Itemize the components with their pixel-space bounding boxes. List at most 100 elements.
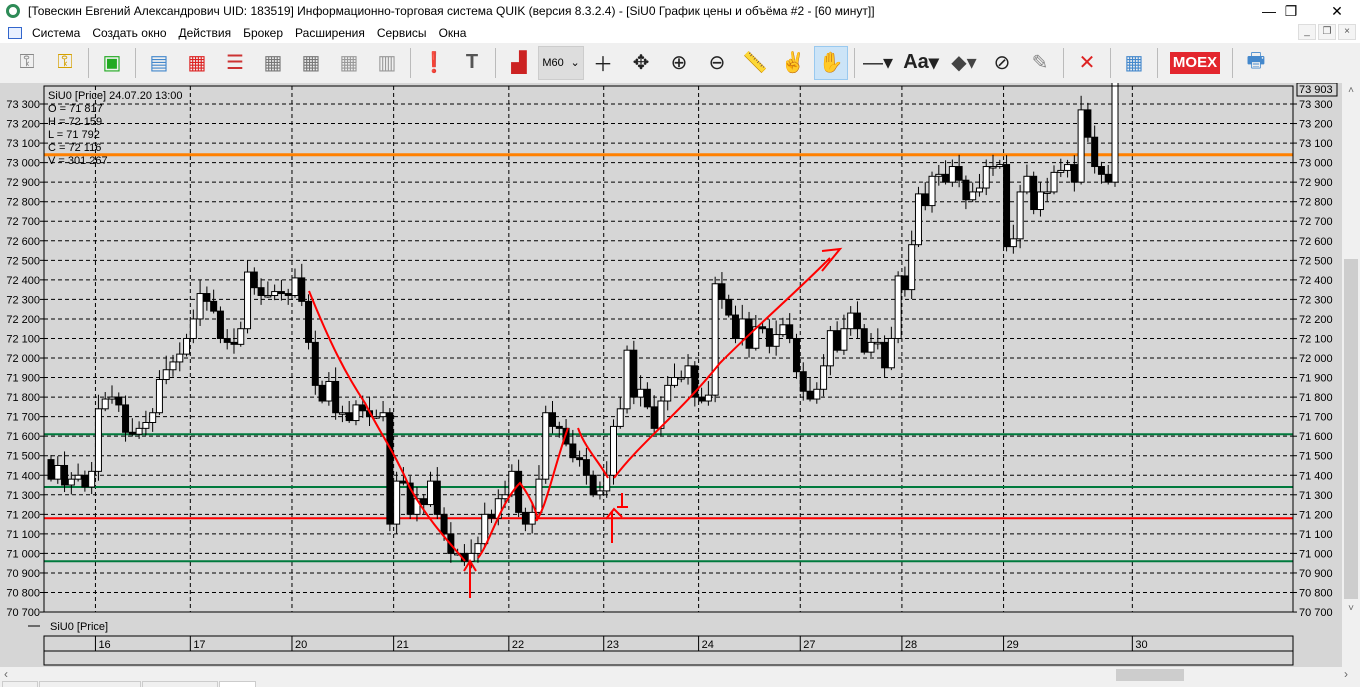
font-button[interactable]: Aa ▾ bbox=[899, 46, 943, 80]
chart-window-icon[interactable] bbox=[8, 26, 22, 39]
maximize-button[interactable]: ❐ bbox=[1268, 0, 1314, 22]
candle-body-up bbox=[467, 552, 475, 562]
quik-logo-icon bbox=[6, 4, 20, 18]
y-tick-label-left: 71 600 bbox=[6, 431, 40, 443]
candle bbox=[244, 260, 252, 334]
scroll-down-icon[interactable]: ˅ bbox=[1344, 603, 1358, 615]
menu-broker[interactable]: Брокер bbox=[237, 26, 289, 40]
menu-windows[interactable]: Окна bbox=[433, 26, 473, 40]
table-settings-icon[interactable]: ▦ bbox=[294, 46, 328, 80]
zoom-in-icon[interactable]: ⊕ bbox=[662, 46, 696, 80]
date-label: 17 bbox=[193, 639, 205, 651]
candle-body-up bbox=[481, 513, 489, 545]
window-tab[interactable] bbox=[2, 681, 38, 687]
disconnect-key-icon[interactable]: ⚿ bbox=[48, 46, 82, 80]
menu-actions[interactable]: Действия bbox=[173, 26, 238, 40]
candle-body-down bbox=[216, 310, 224, 339]
candle-body-down bbox=[47, 459, 55, 480]
interval-select[interactable]: M60 ⌄ bbox=[538, 45, 584, 80]
candle-body-up bbox=[474, 543, 482, 554]
candle-body-up bbox=[176, 353, 184, 363]
candle-body-up bbox=[670, 377, 678, 386]
moex-button[interactable]: MOEX bbox=[1170, 51, 1220, 74]
deals-table-icon[interactable]: ▦ bbox=[256, 46, 290, 80]
menu-extensions[interactable]: Расширения bbox=[289, 26, 371, 40]
candle bbox=[216, 306, 224, 344]
text-tool-icon[interactable]: T bbox=[455, 46, 489, 80]
candle bbox=[1091, 125, 1099, 174]
orderbook-icon[interactable]: ☰ bbox=[218, 46, 252, 80]
new-window-icon[interactable]: ▣ bbox=[95, 46, 129, 80]
chevron-down-icon: ⌄ bbox=[570, 57, 580, 69]
date-label: 22 bbox=[512, 639, 524, 651]
candle-body-down bbox=[311, 341, 319, 386]
zoom-out-icon[interactable]: ⊖ bbox=[700, 46, 734, 80]
candle-body-up bbox=[237, 328, 245, 345]
two-fingers-icon[interactable]: ✌ bbox=[776, 46, 810, 80]
menu-create-window[interactable]: Создать окно bbox=[86, 26, 172, 40]
hide-icon[interactable]: ⊘ bbox=[985, 46, 1019, 80]
scroll-right-icon[interactable]: › bbox=[1344, 667, 1348, 681]
trade-icon[interactable]: ▦ bbox=[1117, 46, 1151, 80]
ruler-icon[interactable]: 📏 bbox=[738, 46, 772, 80]
line-tool-icon[interactable]: —▾ bbox=[861, 46, 895, 80]
y-tick-label-left: 72 200 bbox=[6, 314, 40, 326]
mdi-restore-button[interactable]: ❐ bbox=[1318, 24, 1336, 40]
chart-window-icon[interactable]: ▤ bbox=[142, 46, 176, 80]
window-tab[interactable] bbox=[142, 681, 218, 687]
hand-icon[interactable]: ✋ bbox=[814, 45, 848, 80]
candle-body-up bbox=[908, 244, 916, 291]
scatter-window-icon[interactable]: ▦ bbox=[180, 46, 214, 80]
mdi-close-button[interactable]: × bbox=[1338, 24, 1356, 40]
candle bbox=[853, 301, 861, 339]
pencil-icon[interactable]: ✎ bbox=[1023, 46, 1057, 80]
candle bbox=[555, 421, 563, 438]
candle-body-up bbox=[94, 408, 102, 472]
candle bbox=[1097, 161, 1105, 184]
candle-body-up bbox=[820, 365, 828, 390]
candle-body-up bbox=[887, 337, 895, 369]
close-button[interactable]: ✕ bbox=[1314, 0, 1360, 22]
price-chart[interactable]: 70 700 70 700 70 800 70 800 70 900 70 900 71 0… bbox=[0, 83, 1342, 667]
candle bbox=[345, 401, 353, 423]
horizontal-scroll-thumb[interactable] bbox=[1116, 669, 1184, 681]
candle bbox=[589, 470, 597, 498]
candle-body-down bbox=[853, 312, 861, 330]
separator bbox=[1063, 47, 1064, 78]
window-tab[interactable] bbox=[39, 681, 141, 687]
candle-body-up bbox=[1050, 171, 1058, 193]
chart-window[interactable]: 70 700 70 700 70 800 70 800 70 900 70 900 71 0… bbox=[0, 83, 1342, 667]
chart-params-icon[interactable]: ▟ bbox=[502, 46, 536, 80]
tables-icon[interactable]: ▥ bbox=[370, 46, 404, 80]
separator bbox=[88, 47, 89, 78]
candle-body-up bbox=[271, 291, 279, 296]
menu-services[interactable]: Сервисы bbox=[371, 26, 433, 40]
legend-open: O = 71 817 bbox=[48, 103, 103, 115]
fill-icon[interactable]: ◆▾ bbox=[947, 46, 981, 80]
candle bbox=[271, 284, 279, 301]
vertical-scroll-thumb[interactable] bbox=[1344, 259, 1358, 599]
vertical-scrollbar[interactable]: ˄ ˅ bbox=[1342, 83, 1360, 667]
candle bbox=[1036, 182, 1044, 217]
window-tab-active[interactable] bbox=[219, 681, 256, 687]
menu-system[interactable]: Система bbox=[26, 26, 86, 40]
candle bbox=[379, 401, 387, 422]
delete-drawings-icon[interactable]: ✕ bbox=[1070, 46, 1104, 80]
candle bbox=[1111, 83, 1119, 187]
candle-body-down bbox=[1084, 109, 1092, 138]
y-tick-label-right: 70 700 bbox=[1299, 607, 1333, 619]
candle-body-up bbox=[935, 173, 943, 177]
move-icon[interactable]: ✥ bbox=[624, 46, 658, 80]
key-icon[interactable]: ⚿ bbox=[10, 46, 44, 80]
candle-body-down bbox=[1104, 173, 1112, 183]
delete-table-icon[interactable]: ▦ bbox=[332, 46, 366, 80]
crosshair-icon[interactable]: ＋ bbox=[586, 46, 620, 80]
candle bbox=[352, 400, 360, 426]
print-preview-icon[interactable]: 🖶 bbox=[1239, 46, 1273, 80]
scroll-left-icon[interactable]: ‹ bbox=[4, 667, 8, 681]
mdi-minimize-button[interactable]: _ bbox=[1298, 24, 1316, 40]
alert-icon[interactable]: ❗ bbox=[417, 46, 451, 80]
y-tick-label-left: 73 300 bbox=[6, 99, 40, 111]
scroll-up-icon[interactable]: ˄ bbox=[1344, 85, 1358, 97]
candle bbox=[603, 461, 611, 498]
